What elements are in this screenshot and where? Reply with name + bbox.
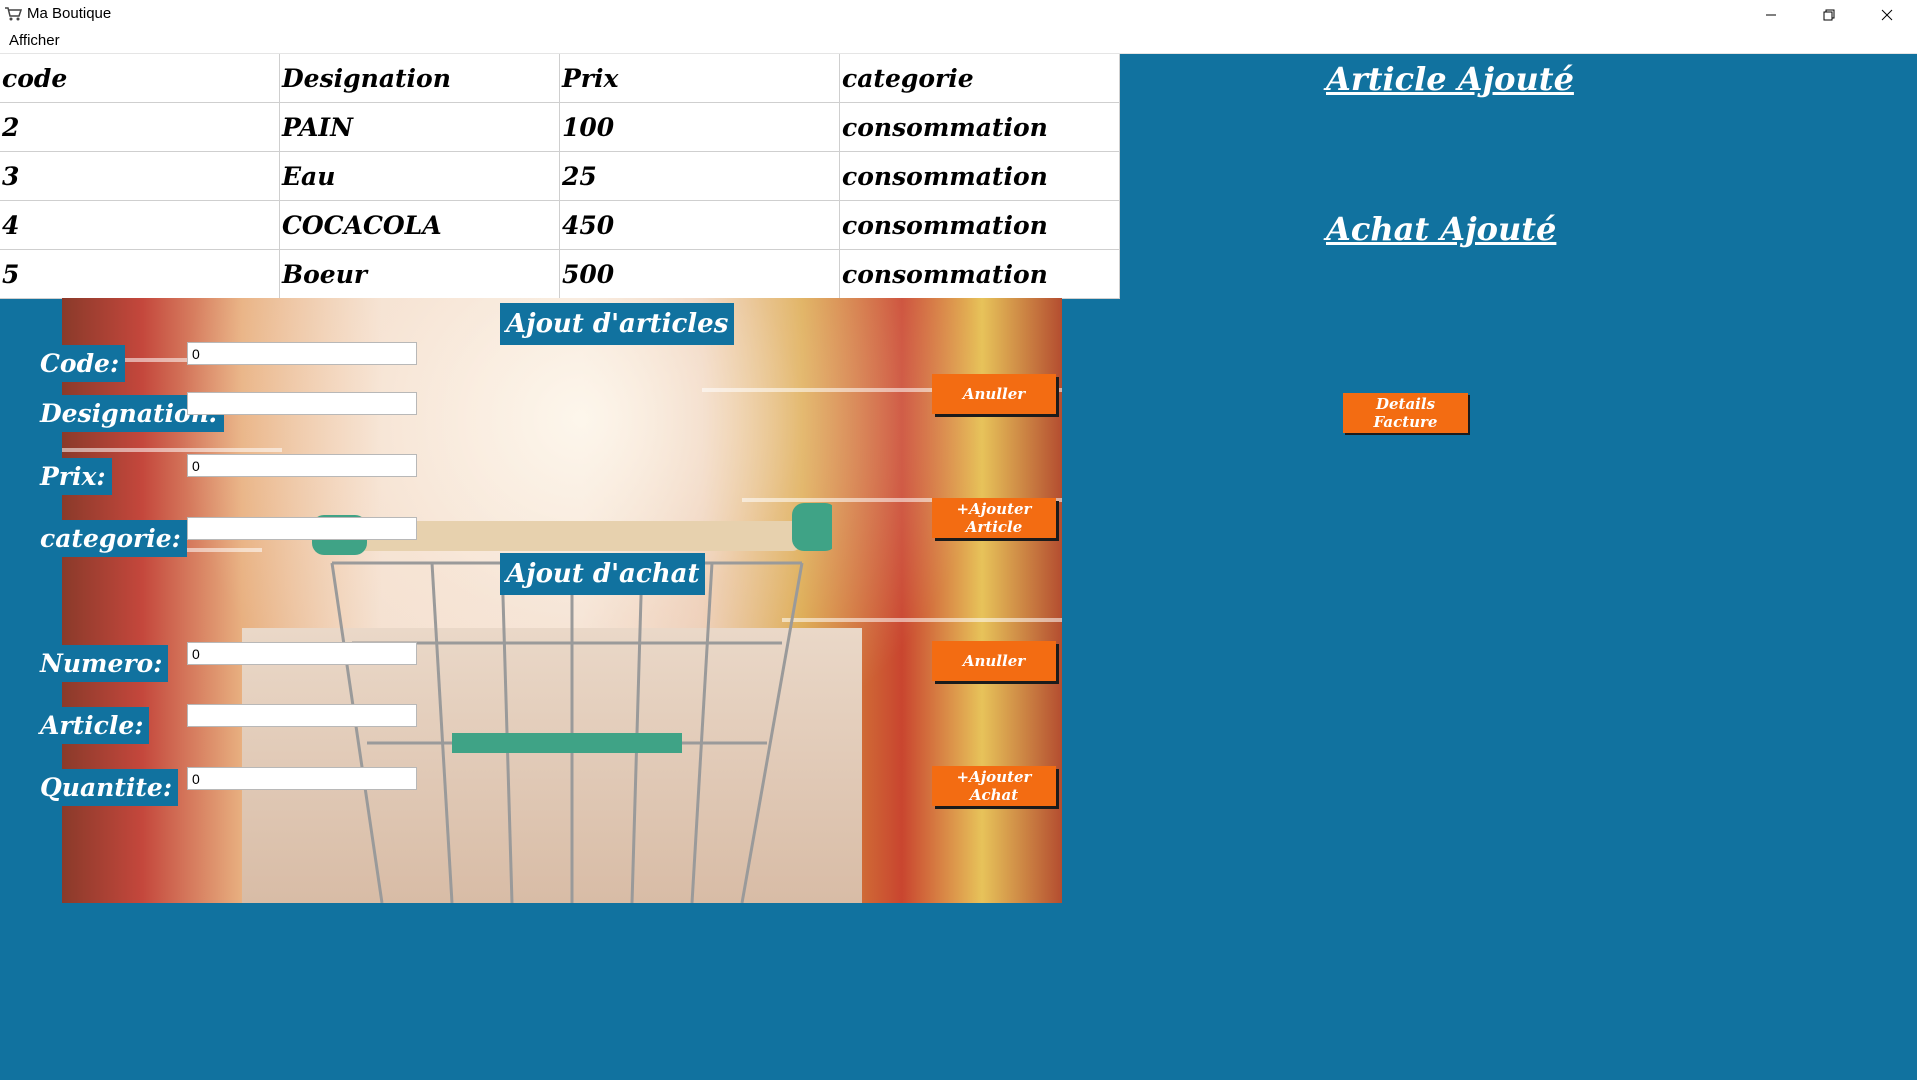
restore-button[interactable] [1800, 0, 1858, 29]
menu-afficher[interactable]: Afficher [9, 32, 60, 49]
shelf [62, 448, 282, 452]
add-article-button[interactable]: +Ajouter Article [932, 498, 1056, 538]
categorie-label: categorie: [34, 520, 187, 557]
articles-table: code Designation Prix categorie 2 PAIN 1… [0, 54, 1120, 299]
article-label: Article: [34, 707, 150, 744]
prix-input[interactable] [187, 454, 417, 477]
quantite-label: Quantite: [34, 769, 179, 806]
close-button[interactable] [1858, 0, 1916, 29]
achat-section-title: Ajout d'achat [500, 553, 706, 595]
supermarket-background-image [62, 298, 1062, 903]
cell-categorie[interactable]: consommation [840, 250, 1120, 298]
code-label: Code: [34, 345, 126, 382]
restore-icon [1823, 9, 1835, 20]
quantite-input[interactable] [187, 767, 417, 790]
table-row[interactable]: 5 Boeur 500 consommation [0, 250, 1120, 299]
table-row[interactable]: 2 PAIN 100 consommation [0, 103, 1120, 152]
cell-designation[interactable]: PAIN [280, 103, 560, 151]
article-input[interactable] [187, 704, 417, 727]
cell-designation[interactable]: COCACOLA [280, 201, 560, 249]
add-achat-button[interactable]: +Ajouter Achat [932, 766, 1056, 806]
article-cancel-button[interactable]: Anuller [932, 374, 1056, 414]
cell-prix[interactable]: 100 [560, 103, 840, 151]
minimize-icon [1766, 14, 1776, 15]
cell-code[interactable]: 2 [0, 103, 280, 151]
title-bar: Ma Boutique [0, 0, 1917, 29]
cell-prix[interactable]: 500 [560, 250, 840, 298]
cell-code[interactable]: 5 [0, 250, 280, 298]
code-input[interactable] [187, 342, 417, 365]
shopping-cart-icon [5, 7, 22, 21]
articles-section-title: Ajout d'articles [500, 303, 735, 345]
header-prix[interactable]: Prix [560, 54, 840, 102]
table-row[interactable]: 3 Eau 25 consommation [0, 152, 1120, 201]
achat-added-heading: Achat Ajouté [1326, 210, 1557, 248]
prix-label: Prix: [34, 458, 112, 495]
cell-code[interactable]: 4 [0, 201, 280, 249]
cell-designation[interactable]: Eau [280, 152, 560, 200]
close-icon [1881, 9, 1893, 20]
cell-categorie[interactable]: consommation [840, 103, 1120, 151]
cell-prix[interactable]: 450 [560, 201, 840, 249]
details-facture-button[interactable]: Details Facture [1343, 393, 1468, 433]
cell-categorie[interactable]: consommation [840, 201, 1120, 249]
cell-code[interactable]: 3 [0, 152, 280, 200]
numero-input[interactable] [187, 642, 417, 665]
header-designation[interactable]: Designation [280, 54, 560, 102]
header-code[interactable]: code [0, 54, 280, 102]
header-categorie[interactable]: categorie [840, 54, 1120, 102]
window-title: Ma Boutique [27, 5, 112, 22]
table-row[interactable]: 4 COCACOLA 450 consommation [0, 201, 1120, 250]
article-added-heading: Article Ajouté [1326, 60, 1574, 98]
menu-bar: Afficher [0, 29, 1917, 54]
achat-cancel-button[interactable]: Anuller [932, 641, 1056, 681]
table-header-row: code Designation Prix categorie [0, 54, 1120, 103]
minimize-button[interactable] [1742, 0, 1800, 29]
cell-categorie[interactable]: consommation [840, 152, 1120, 200]
numero-label: Numero: [34, 645, 169, 682]
cell-prix[interactable]: 25 [560, 152, 840, 200]
categorie-input[interactable] [187, 517, 417, 540]
designation-input[interactable] [187, 392, 417, 415]
cell-designation[interactable]: Boeur [280, 250, 560, 298]
